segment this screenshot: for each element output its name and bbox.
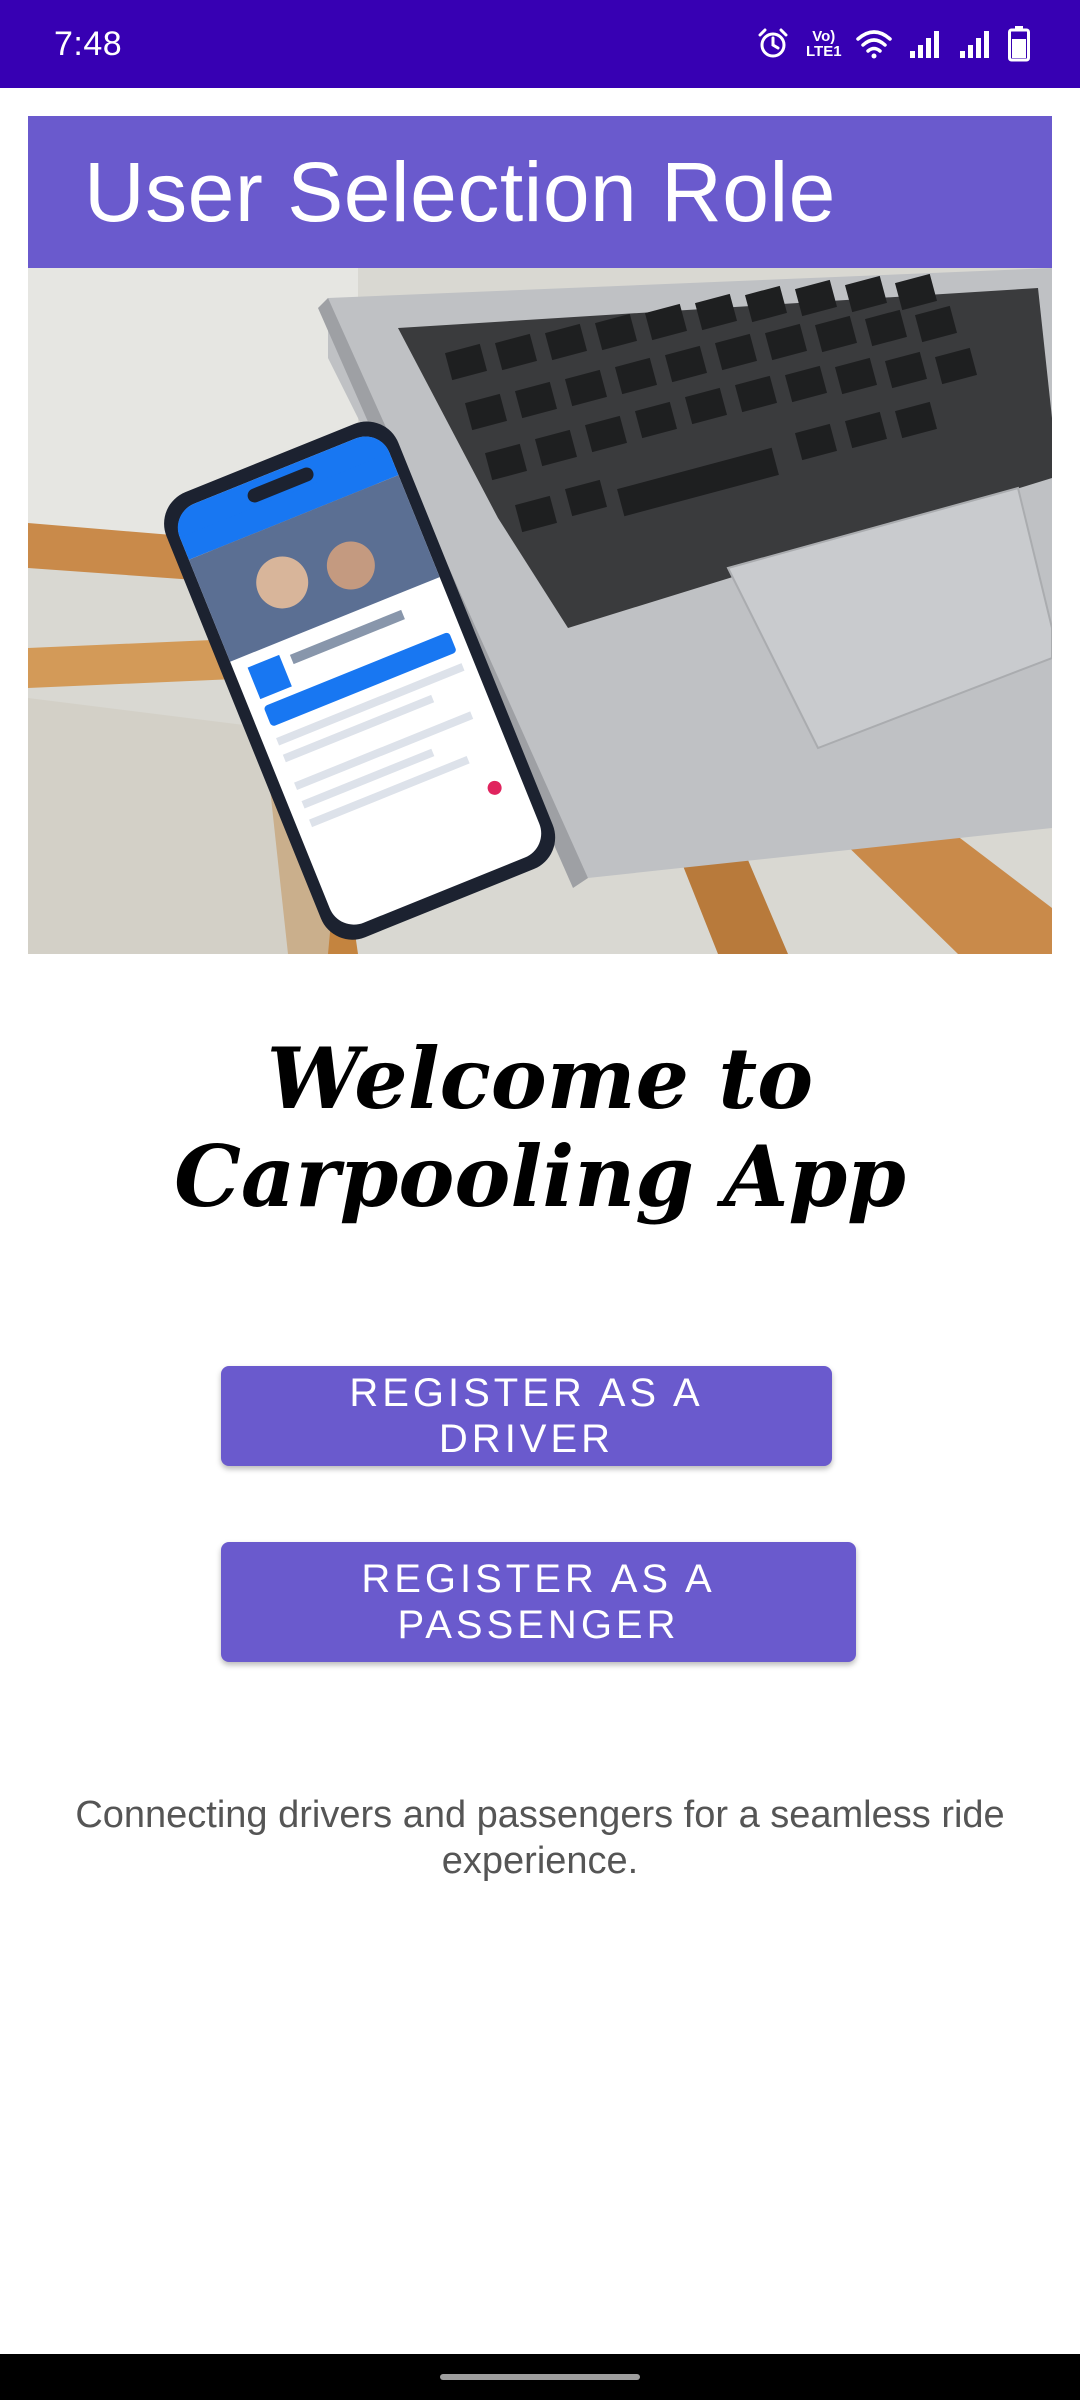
home-gesture-handle[interactable]: [440, 2374, 640, 2380]
status-bar: 7:48 Vo) LTE1: [0, 0, 1080, 88]
volte-line1: Vo): [812, 28, 836, 45]
status-time: 7:48: [54, 24, 123, 63]
tagline: Connecting drivers and passengers for a …: [75, 1794, 1005, 1882]
page-title: User Selection Role: [84, 144, 836, 239]
register-driver-button[interactable]: REGISTER AS A DRIVER: [221, 1366, 832, 1466]
signal-icon: [908, 29, 942, 59]
volte-icon: Vo) LTE1: [806, 28, 842, 60]
battery-icon: [1008, 26, 1030, 62]
laptop-phone-illustration: [28, 268, 1052, 954]
register-passenger-button[interactable]: REGISTER AS A PASSENGER: [221, 1542, 856, 1662]
signal-icon-2: [958, 29, 992, 59]
alarm-icon: [756, 27, 790, 61]
status-icons: Vo) LTE1: [756, 0, 1030, 88]
hero-image: [28, 268, 1052, 954]
welcome-heading: Welcome to Carpooling App: [174, 1029, 906, 1226]
navigation-bar: [0, 2354, 1080, 2400]
wifi-icon: [856, 29, 892, 59]
volte-line2: LTE1: [806, 43, 842, 60]
app-bar: User Selection Role: [28, 116, 1052, 268]
